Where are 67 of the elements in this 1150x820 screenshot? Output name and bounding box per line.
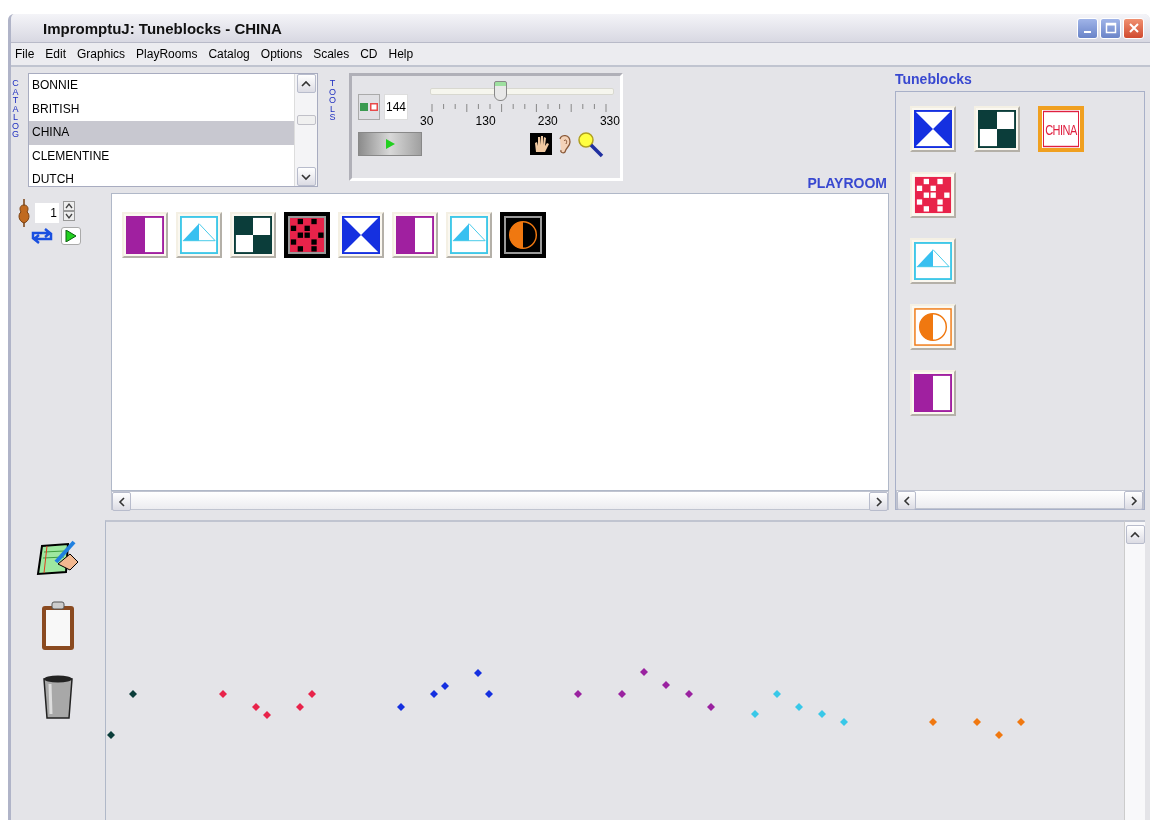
ear-icon[interactable] [556, 133, 572, 155]
tools-label: TOOLS [328, 79, 337, 122]
menu-item[interactable]: Graphics [77, 47, 126, 61]
scroll-left-button[interactable] [112, 492, 131, 511]
clipboard-icon[interactable] [39, 600, 76, 652]
minimize-button[interactable] [1077, 17, 1098, 39]
left-caret-icon [117, 496, 126, 507]
right-caret-icon [874, 496, 883, 507]
menu-item[interactable]: CD [360, 47, 378, 61]
playroom-label: PLAYROOM [807, 175, 887, 191]
window-title: ImpromptuJ: Tuneblocks - CHINA [43, 19, 283, 37]
catalog-label: CATALOG [11, 79, 20, 139]
tuneblocks-label: Tuneblocks [895, 71, 973, 89]
song-list-item[interactable]: BONNIE [29, 74, 294, 98]
tick-label: 330 [599, 114, 620, 128]
play-voice-button[interactable] [61, 227, 81, 245]
menu-item[interactable]: Catalog [208, 47, 250, 61]
scroll-left-button[interactable] [897, 491, 916, 510]
scroll-right-button[interactable] [869, 492, 888, 511]
scroll-down-button[interactable] [296, 167, 316, 186]
up-caret-icon [301, 79, 311, 88]
left-caret-icon [902, 495, 911, 506]
tempo-slider[interactable] [430, 80, 614, 100]
tick-label: 230 [537, 114, 558, 128]
menu-item[interactable]: Options [260, 47, 303, 61]
horizontal-scrollbar[interactable] [896, 490, 1144, 509]
menu-item[interactable]: File [15, 47, 35, 61]
play-icon [384, 138, 396, 150]
menu-item[interactable]: Edit [45, 47, 67, 61]
song-list-item[interactable]: DUTCH [29, 168, 294, 186]
maximize-button[interactable] [1100, 17, 1121, 39]
magnifier-icon[interactable] [576, 130, 604, 158]
right-caret-icon [1129, 495, 1138, 506]
scroll-up-button[interactable] [296, 74, 316, 93]
hand-icon[interactable] [530, 133, 552, 155]
tick-label: 30 [420, 114, 434, 128]
horizontal-scrollbar[interactable] [111, 491, 889, 510]
loop-icon[interactable] [29, 227, 55, 245]
song-list-item[interactable]: BRITISH [29, 97, 294, 121]
menu-item[interactable]: Scales [313, 47, 350, 61]
tuneblock[interactable] [500, 212, 546, 258]
song-list-item[interactable]: CHINA [29, 121, 294, 145]
list-scrollbar[interactable] [294, 74, 317, 186]
trash-icon[interactable] [40, 674, 75, 720]
tuneblock[interactable]: CHINA [1038, 106, 1084, 152]
down-caret-icon [301, 172, 311, 181]
minimize-icon [1084, 31, 1091, 33]
scroll-up-button[interactable] [1125, 525, 1145, 544]
tick-label: 130 [475, 114, 496, 128]
swap-button[interactable] [358, 94, 380, 120]
vertical-scrollbar[interactable] [1124, 520, 1145, 820]
close-icon [1127, 22, 1140, 34]
menu-item[interactable]: Help [388, 47, 414, 61]
tempo-field[interactable]: 144 [384, 94, 408, 120]
up-caret-icon [1130, 530, 1140, 539]
song-list-item[interactable]: CLEMENTINE [29, 144, 294, 168]
play-icon [65, 230, 77, 242]
scroll-thumb[interactable] [296, 115, 316, 125]
slider-thumb[interactable] [493, 81, 507, 101]
close-button[interactable] [1123, 17, 1144, 39]
tuneblock[interactable] [284, 212, 330, 258]
voice-spinner[interactable]: 1 [35, 203, 59, 223]
maximize-icon [1104, 22, 1117, 34]
squares-icon [359, 101, 379, 113]
menu-item[interactable]: PlayRooms [136, 47, 198, 61]
scroll-right-button[interactable] [1124, 491, 1143, 510]
cello-icon [17, 199, 31, 227]
